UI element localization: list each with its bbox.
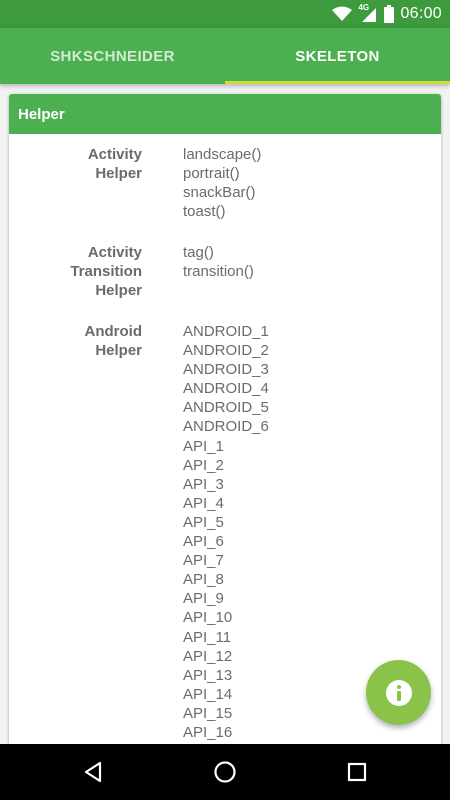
info-fab-button[interactable] [366, 660, 431, 725]
list-item: API_7 [183, 552, 224, 570]
section-name: Activity Helper [9, 145, 142, 183]
list-item: ANDROID_3 [183, 361, 269, 379]
list-item: snackBar() [183, 184, 256, 202]
section-items: landscape() portrait() snackBar() toast(… [183, 145, 261, 221]
tab-skeleton[interactable]: SKELETON [225, 28, 450, 84]
list-item: API_15 [183, 704, 233, 722]
home-icon [214, 761, 236, 783]
list-item: API_4 [183, 494, 224, 512]
list-item: API_1 [183, 437, 224, 455]
section-name-line: Helper [95, 165, 142, 183]
signal-icon: 4G [358, 3, 378, 23]
helper-card: Helper Activity Helper landscape() portr… [9, 94, 441, 744]
card-title: Helper [9, 94, 441, 134]
list-item: landscape() [183, 146, 262, 163]
list-item: API_2 [183, 456, 224, 474]
section-items: tag() transition() [183, 243, 254, 281]
list-item: ANDROID_6 [183, 418, 269, 436]
section-name: Android Helper [9, 322, 143, 360]
section-name: Activity Transition Helper [9, 243, 142, 300]
list-item: API_16 [183, 723, 233, 741]
navigation-bar [0, 744, 450, 800]
list-item: ANDROID_1 [183, 323, 269, 340]
list-item: ANDROID_2 [183, 342, 269, 360]
list-item: API_11 [183, 628, 232, 646]
status-time: 06:00 [400, 5, 442, 22]
content-scroll-area[interactable]: Helper Activity Helper landscape() portr… [0, 84, 450, 744]
tab-bar: SHKSCHNEIDER SKELETON [0, 28, 450, 84]
list-item: API_10 [183, 609, 233, 627]
home-button[interactable] [211, 758, 239, 786]
list-item: API_3 [183, 475, 224, 493]
section-name-line: Activity [87, 244, 142, 261]
list-item: API_14 [183, 685, 233, 703]
recents-icon [347, 762, 367, 782]
list-item: ANDROID_4 [183, 380, 269, 398]
section-name-line: Helper [95, 282, 142, 300]
list-item: API_8 [183, 571, 224, 589]
list-item: API_12 [183, 647, 233, 665]
recents-button[interactable] [343, 758, 371, 786]
list-item: transition() [183, 263, 254, 281]
list-item: API_13 [183, 666, 233, 684]
list-item: tag() [183, 244, 214, 261]
info-icon [385, 679, 412, 706]
section-name-line: Activity [87, 146, 142, 163]
section-name-line: Helper [95, 342, 142, 360]
section-name-line: Android [84, 323, 143, 340]
wifi-icon [332, 6, 353, 21]
list-item: toast() [183, 203, 226, 221]
back-button[interactable] [79, 758, 107, 786]
tab-shkschneider[interactable]: SHKSCHNEIDER [0, 28, 225, 84]
status-bar: 4G 06:00 [0, 0, 450, 28]
list-item: ANDROID_5 [183, 399, 269, 417]
list-item: API_9 [183, 590, 224, 608]
tab-indicator [225, 81, 450, 84]
list-item: portrait() [183, 165, 240, 183]
section-items: ANDROID_1 ANDROID_2 ANDROID_3 ANDROID_4 … [183, 322, 269, 742]
back-icon [84, 761, 102, 783]
list-item: API_6 [183, 533, 224, 551]
status-icons: 4G 06:00 [332, 3, 442, 24]
battery-icon [384, 5, 395, 23]
list-item: API_5 [183, 513, 224, 531]
section-name-line: Transition [70, 263, 142, 281]
